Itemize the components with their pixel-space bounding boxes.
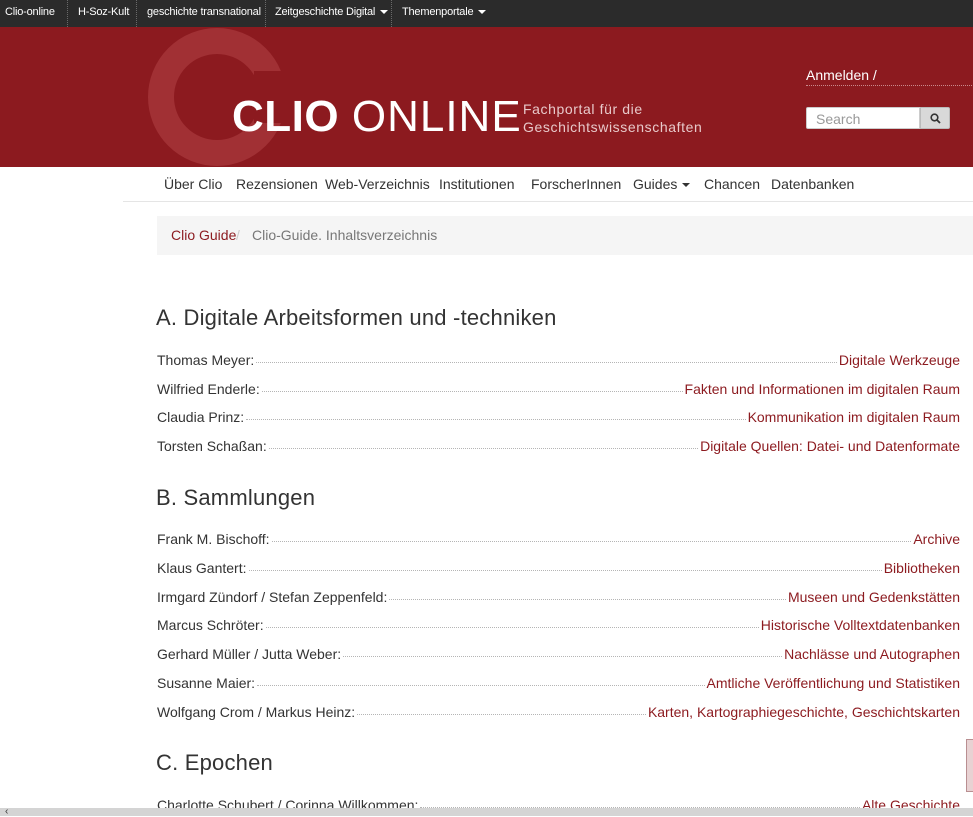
caret-down-icon [380,10,389,15]
entry-title-link[interactable]: Nachlässe und Autographen [784,646,960,662]
entry-author: Irmgard Zündorf / Stefan Zeppenfeld: [157,589,388,605]
breadcrumb-separator: / [236,227,240,243]
nav-item-ueber-clio[interactable]: Über Clio [164,176,222,192]
topbar-dropdown-label: Themenportale [402,6,474,18]
nav-item-rezensionen[interactable]: Rezensionen [236,176,318,192]
dotted-leader [268,448,699,449]
section-heading-b: B. Sammlungen [156,485,316,510]
search-button[interactable] [920,107,950,129]
list-item: Irmgard Zündorf / Stefan Zeppenfeld: Muse… [157,585,960,605]
search-icon [930,113,941,124]
topbar-divider [67,0,69,27]
entry-author: Gerhard Müller / Jutta Weber: [157,646,342,662]
entry-title-link[interactable]: Karten, Kartographiegeschichte, Geschich… [648,704,960,720]
nav-guides-label: Guides [633,176,678,192]
topbar-divider [136,0,138,27]
top-portal-bar: Clio-online H-Soz-Kult geschichte transn… [0,0,973,27]
topbar-link-hsozkult[interactable]: H-Soz-Kult [78,0,129,27]
list-item: Wolfgang Crom / Markus Heinz: Karten, Kar… [157,700,960,720]
dotted-leader [343,656,783,657]
dotted-leader [271,541,912,542]
nav-item-chancen[interactable]: Chancen [704,176,760,192]
entry-title-link[interactable]: Amtliche Veröffentlichung und Statistike… [707,675,960,691]
site-logo[interactable]: CLIO ONLINE [232,93,522,141]
logo-online: ONLINE [351,92,522,141]
topbar-divider [391,0,393,27]
section-heading-c: C. Epochen [156,750,273,775]
entry-author: Susanne Maier: [157,675,256,691]
tagline-line-1: Fachportal für die [523,101,643,117]
nav-item-institutionen[interactable]: Institutionen [439,176,515,192]
list-item: Wilfried Enderle: Fakten und Informatione… [157,377,960,397]
site-header: CLIO ONLINE Fachportal für die Geschicht… [0,27,973,167]
entry-author: Frank M. Bischoff: [157,531,270,547]
topbar-divider [265,0,267,27]
entry-title-link[interactable]: Archive [913,531,960,547]
list-item: Torsten Schaßan: Digitale Quellen: Datei-… [157,434,960,454]
breadcrumb: Clio Guide / Clio-Guide. Inhaltsverzeich… [157,216,973,255]
site-tagline: Fachportal für die Geschichtswissenschaf… [523,100,702,136]
entry-author: Claudia Prinz: [157,409,245,425]
horizontal-scrollbar[interactable]: ‹ [0,807,973,817]
caret-down-icon [478,10,487,15]
nav-item-datenbanken[interactable]: Datenbanken [771,176,854,192]
dotted-leader [248,570,882,571]
list-item: Klaus Gantert: Bibliotheken [157,556,960,576]
topbar-link-geschichte-transnational[interactable]: geschichte transnational [147,0,261,27]
entry-title-link[interactable]: Museen und Gedenkstätten [788,589,960,605]
logo-clio: CLIO [232,92,340,141]
entry-title-link[interactable]: Digitale Werkzeuge [839,352,960,368]
entry-author: Thomas Meyer: [157,352,255,368]
entry-author: Torsten Schaßan: [157,438,267,454]
entry-author: Wolfgang Crom / Markus Heinz: [157,704,356,720]
breadcrumb-link-clio-guide[interactable]: Clio Guide [171,216,236,255]
entry-title-link[interactable]: Digitale Quellen: Datei- und Datenformat… [700,438,960,454]
list-item: Frank M. Bischoff: Archive [157,527,960,547]
search-input[interactable]: Search [806,107,920,129]
dotted-leader [389,599,786,600]
topbar-dropdown-zeitgeschichte-digital[interactable]: Zeitgeschichte Digital [275,0,389,27]
entry-author: Marcus Schröter: [157,617,264,633]
dotted-leader [256,362,837,363]
topbar-link-clio-online[interactable]: Clio-online [5,0,55,27]
dotted-leader [357,714,646,715]
nav-item-guides[interactable]: Guides [633,176,691,192]
tagline-line-2: Geschichtswissenschaften [523,119,703,135]
list-item: Marcus Schröter: Historische Volltextdate… [157,613,960,633]
login-link[interactable]: Anmelden / [806,67,972,86]
entry-author: Klaus Gantert: [157,560,247,576]
dotted-leader [265,627,759,628]
topbar-dropdown-label: Zeitgeschichte Digital [275,6,376,18]
entry-title-link[interactable]: Bibliotheken [884,560,960,576]
list-item: Claudia Prinz: Kommunikation im digitalen… [157,405,960,425]
dotted-leader [246,419,746,420]
list-item: Thomas Meyer: Digitale Werkzeuge [157,348,960,368]
dotted-leader [257,685,705,686]
entry-title-link[interactable]: Fakten und Informationen im digitalen Ra… [685,381,960,397]
nav-item-web-verzeichnis[interactable]: Web-Verzeichnis [325,176,430,192]
list-item: Gerhard Müller / Jutta Weber: Nachlässe u… [157,642,960,662]
dotted-leader [261,391,683,392]
entry-title-link[interactable]: Historische Volltextdatenbanken [761,617,960,633]
breadcrumb-current: Clio-Guide. Inhaltsverzeichnis [252,227,438,243]
nav-item-forscherinnen[interactable]: ForscherInnen [531,176,621,192]
entry-author: Wilfried Enderle: [157,381,260,397]
scroll-left-arrow-icon[interactable]: ‹ [5,807,8,817]
entry-title-link[interactable]: Kommunikation im digitalen Raum [748,409,960,425]
main-navigation: Über Clio Rezensionen Web-Verzeichnis In… [123,167,973,202]
section-heading-a: A. Digitale Arbeitsformen und -techniken [156,305,557,330]
topbar-dropdown-themenportale[interactable]: Themenportale [402,0,487,27]
caret-down-icon [682,183,691,188]
list-item: Susanne Maier: Amtliche Veröffentlichung … [157,671,960,691]
side-scroll-tab[interactable] [966,739,973,792]
